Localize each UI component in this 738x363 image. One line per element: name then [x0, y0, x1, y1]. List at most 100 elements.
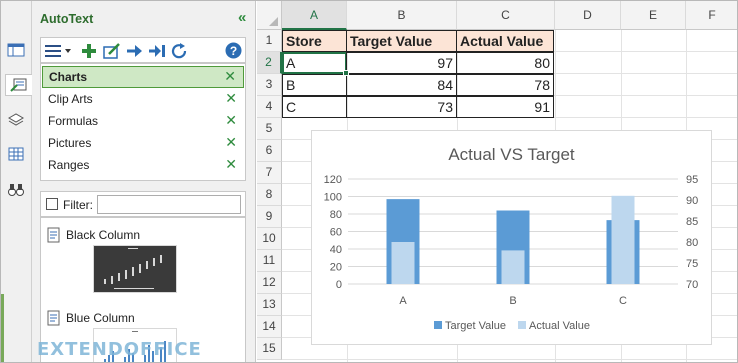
column-header-f[interactable]: F — [686, 1, 737, 30]
row-header[interactable]: 2 — [257, 52, 282, 74]
table-cell[interactable]: 78 — [456, 74, 554, 96]
row-header[interactable]: 15 — [257, 338, 282, 360]
row-header[interactable]: 4 — [257, 96, 282, 118]
grid-icon[interactable] — [4, 143, 28, 165]
category-label: Pictures — [48, 136, 92, 150]
legend-swatch — [518, 321, 526, 329]
gridline — [282, 359, 737, 360]
category-list: Charts ✕ Clip Arts ✕ Formulas ✕ Pictures… — [40, 63, 246, 181]
list-item[interactable]: Blue Column — [47, 310, 135, 326]
table-header-cell[interactable]: Actual Value — [456, 30, 554, 52]
category-item-pictures[interactable]: Pictures ✕ — [41, 132, 245, 154]
row-header[interactable]: 1 — [257, 30, 282, 52]
bar-b-1 — [501, 250, 525, 284]
column-header-d[interactable]: D — [555, 1, 621, 30]
table-cell[interactable]: 73 — [346, 96, 457, 118]
x-tick-label: B — [509, 295, 516, 307]
chart-entry-icon — [47, 310, 60, 326]
filter-input[interactable] — [97, 195, 241, 214]
y-left-tick-label: 40 — [330, 244, 342, 256]
delete-icon[interactable]: ✕ — [225, 112, 237, 129]
menu-dropdown-icon[interactable] — [45, 42, 73, 59]
autotext-pane: AutoText « ? Charts ✕ Clip Arts ✕ Formul… — [32, 1, 256, 362]
help-icon[interactable]: ? — [225, 42, 242, 59]
insert-icon[interactable] — [126, 42, 144, 59]
legend-label: Actual Value — [529, 320, 590, 332]
table-cell[interactable]: 97 — [346, 52, 457, 74]
column-header-e[interactable]: E — [621, 1, 686, 30]
autotext-icon[interactable] — [5, 74, 32, 96]
category-label: Charts — [49, 70, 88, 84]
filter-row: Filter: — [40, 191, 246, 217]
row-header[interactable]: 9 — [257, 206, 282, 228]
svg-text:?: ? — [230, 44, 237, 58]
delete-icon[interactable]: ✕ — [224, 68, 236, 85]
category-item-clip-arts[interactable]: Clip Arts ✕ — [41, 88, 245, 110]
bar-a-1 — [391, 242, 415, 284]
category-item-formulas[interactable]: Formulas ✕ — [41, 110, 245, 132]
y-right-tick-label: 80 — [686, 237, 698, 249]
filter-label: Filter: — [63, 198, 93, 212]
x-tick-label: A — [399, 295, 407, 307]
bar-c-1 — [611, 195, 635, 284]
item-label: Blue Column — [66, 311, 135, 325]
refresh-icon[interactable] — [171, 42, 189, 59]
binoculars-icon[interactable] — [4, 178, 28, 200]
row-header[interactable]: 8 — [257, 184, 282, 206]
chart-entry-icon — [47, 227, 60, 243]
legend-swatch — [434, 321, 442, 329]
watermark-logo: EXTENDOFFICE — [37, 339, 202, 360]
row-header[interactable]: 5 — [257, 118, 282, 140]
table-cell[interactable]: B — [282, 74, 347, 96]
select-all-corner[interactable] — [257, 1, 282, 30]
filter-checkbox[interactable] — [46, 198, 58, 210]
row-header[interactable]: 7 — [257, 162, 282, 184]
row-header[interactable]: 11 — [257, 250, 282, 272]
y-left-tick-label: 80 — [330, 209, 342, 221]
delete-icon[interactable]: ✕ — [225, 156, 237, 173]
column-header-c[interactable]: C — [457, 1, 555, 30]
category-label: Ranges — [48, 158, 90, 172]
edit-icon[interactable] — [103, 42, 121, 59]
black-column-thumbnail[interactable] — [93, 245, 177, 293]
row-header[interactable]: 6 — [257, 140, 282, 162]
table-cell[interactable]: 91 — [456, 96, 554, 118]
table-header-cell[interactable]: Target Value — [346, 30, 457, 52]
row-header[interactable]: 10 — [257, 228, 282, 250]
category-label: Formulas — [48, 114, 99, 128]
y-right-tick-label: 85 — [686, 216, 698, 228]
table-cell[interactable]: 80 — [456, 52, 554, 74]
workbook-icon[interactable] — [4, 39, 28, 61]
table-header-cell[interactable]: Store — [282, 30, 347, 52]
y-right-tick-label: 70 — [686, 279, 698, 291]
layers-icon[interactable] — [4, 109, 28, 131]
chart-plot: 0 20 40 60 80 100 120 70 75 80 85 90 95 A B C Target Val… — [324, 174, 699, 332]
y-left-tick-label: 60 — [330, 227, 342, 239]
legend-label: Target Value — [445, 320, 506, 332]
y-right-tick-label: 90 — [686, 195, 698, 207]
table-cell[interactable]: C — [282, 96, 347, 118]
spreadsheet: A B C D E F 1 2 3 4 5 6 7 8 9 10 11 12 13 14 15 Store … — [257, 1, 737, 362]
delete-icon[interactable]: ✕ — [225, 90, 237, 107]
category-item-charts[interactable]: Charts ✕ — [42, 66, 244, 88]
window: AutoText « ? Charts ✕ Clip Arts ✕ Formul… — [0, 0, 738, 363]
category-item-ranges[interactable]: Ranges ✕ — [41, 154, 245, 176]
x-tick-label: C — [619, 295, 627, 307]
row-header[interactable]: 12 — [257, 272, 282, 294]
chart[interactable]: Actual VS Target 0 20 40 60 80 100 120 70 75 80 85… — [311, 130, 712, 345]
collapse-icon[interactable]: « — [238, 9, 246, 26]
insert-end-icon[interactable] — [148, 42, 166, 59]
list-item[interactable]: Black Column — [47, 227, 140, 243]
row-header[interactable]: 3 — [257, 74, 282, 96]
fill-handle[interactable] — [343, 70, 349, 76]
column-header-a[interactable]: A — [282, 1, 347, 30]
row-header[interactable]: 13 — [257, 294, 282, 316]
y-right-tick-label: 75 — [686, 258, 698, 270]
category-label: Clip Arts — [48, 92, 93, 106]
add-icon[interactable] — [81, 42, 97, 59]
table-cell-a2[interactable]: A — [282, 52, 347, 74]
table-cell[interactable]: 84 — [346, 74, 457, 96]
row-header[interactable]: 14 — [257, 316, 282, 338]
delete-icon[interactable]: ✕ — [225, 134, 237, 151]
column-header-b[interactable]: B — [347, 1, 457, 30]
